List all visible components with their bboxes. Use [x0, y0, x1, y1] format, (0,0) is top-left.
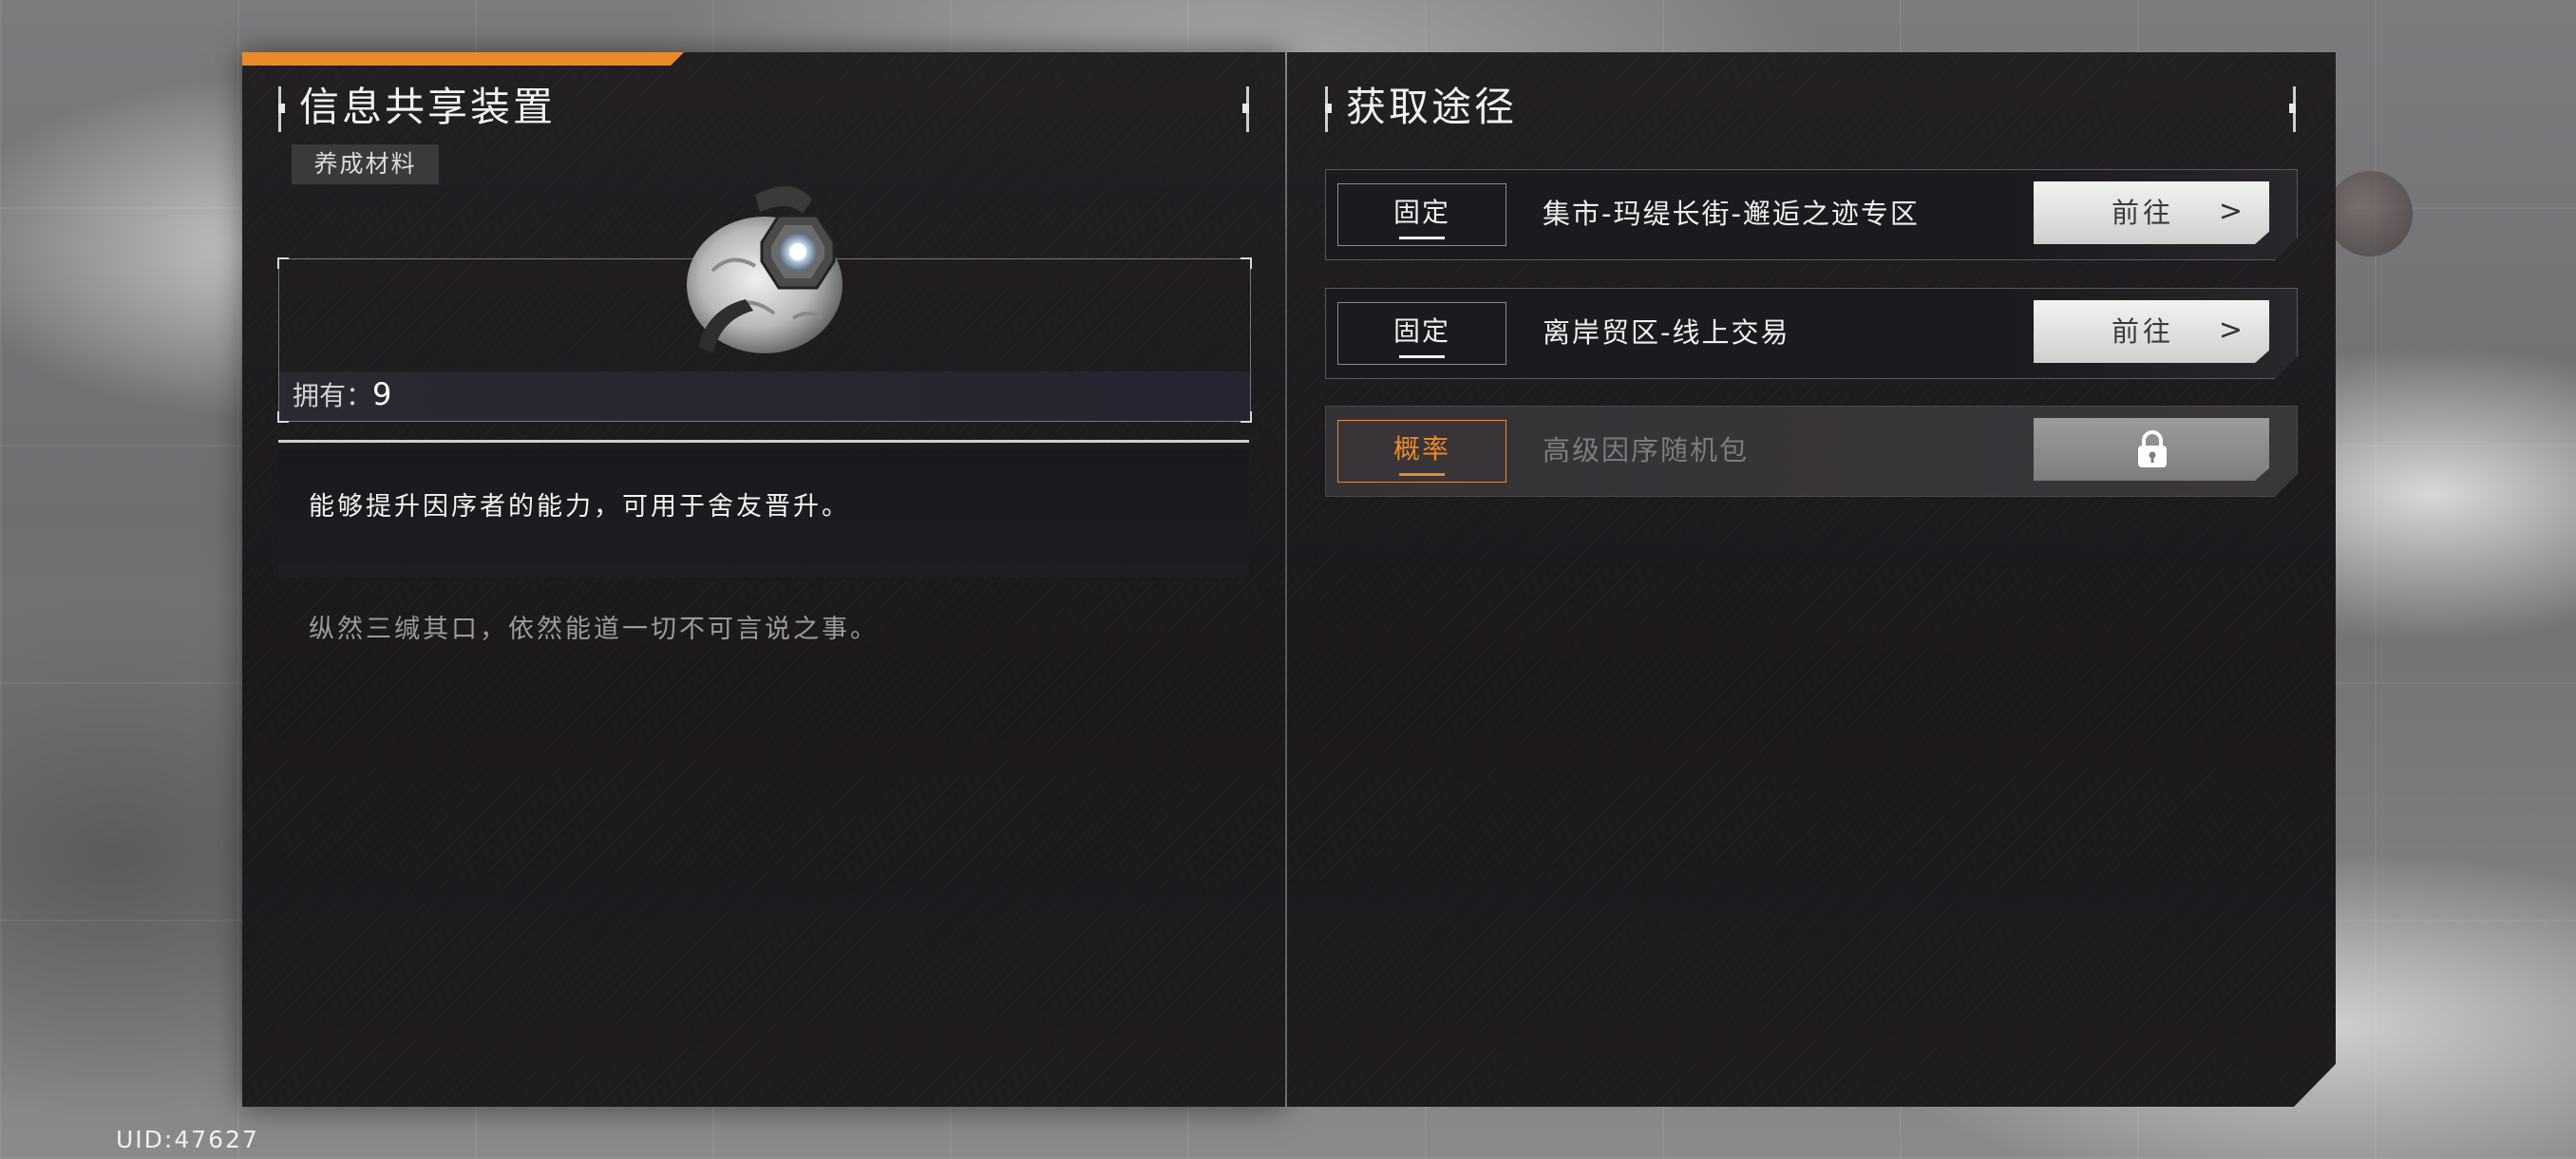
chevron-right-icon: >	[2218, 195, 2246, 228]
bracket-right	[2288, 86, 2296, 132]
item-detail-panel: 信息共享装置 养成材料 拥有：9 能够提升因序者的能力，可用于舍友晋升。 纵然三…	[242, 52, 1285, 1107]
owned-value: 9	[372, 376, 392, 412]
goto-button-label: 前往	[2112, 315, 2175, 348]
accent-bar	[242, 52, 684, 66]
bracket-left	[1325, 86, 1333, 132]
item-title: 信息共享装置	[299, 84, 557, 130]
item-title-header: 信息共享装置	[278, 79, 1249, 136]
detail-divider	[278, 440, 1249, 443]
source-type-tag-probability: 概率	[1337, 420, 1506, 483]
info-sharing-device-icon	[687, 186, 843, 353]
goto-button-label: 前往	[2112, 197, 2175, 229]
source-row-trade: 固定 离岸贸区-线上交易 前往 >	[1325, 288, 2298, 379]
locked-button[interactable]	[2034, 418, 2269, 481]
owned-label: 拥有：	[293, 380, 373, 411]
background-avatar	[2327, 171, 2413, 256]
category-tag: 养成材料	[292, 144, 439, 184]
goto-button[interactable]: 前往 >	[2034, 181, 2269, 244]
source-row-random-pack: 概率 高级因序随机包	[1325, 406, 2298, 497]
item-flavor-text: 纵然三缄其口，依然能道一切不可言说之事。	[309, 615, 879, 644]
description-box: 能够提升因序者的能力，可用于舍友晋升。	[278, 449, 1249, 578]
source-type-tag: 固定	[1337, 183, 1506, 246]
acquisition-header: 获取途径	[1325, 79, 2296, 136]
bracket-right	[1241, 86, 1249, 132]
source-name: 集市-玛缇长街-邂逅之迹专区	[1543, 198, 1920, 230]
acquisition-title: 获取途径	[1346, 84, 1518, 130]
owned-count: 拥有：9	[293, 375, 391, 413]
item-description: 能够提升因序者的能力，可用于舍友晋升。	[309, 492, 850, 522]
source-type-tag: 固定	[1337, 302, 1506, 365]
bracket-left	[278, 86, 286, 132]
source-name: 离岸贸区-线上交易	[1543, 316, 1790, 349]
source-name: 高级因序随机包	[1543, 434, 1750, 466]
user-id: UID:47627	[116, 1126, 259, 1153]
source-row-market: 固定 集市-玛缇长街-邂逅之迹专区 前往 >	[1325, 169, 2298, 260]
goto-button[interactable]: 前往 >	[2034, 300, 2269, 363]
chevron-right-icon: >	[2218, 314, 2246, 347]
lock-icon	[2138, 430, 2167, 467]
acquisition-panel: 获取途径 固定 集市-玛缇长街-邂逅之迹专区 前往 > 固定 离岸贸区-线上交易…	[1287, 52, 2336, 1107]
